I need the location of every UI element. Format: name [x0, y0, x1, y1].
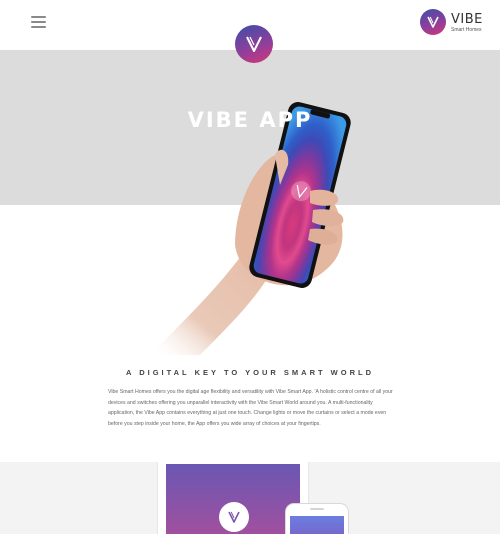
- phone-screen: [290, 516, 344, 534]
- brand-logo[interactable]: VIBE Smart Homes: [420, 9, 492, 37]
- phone-mockup: [285, 503, 349, 534]
- section-description: Vibe Smart Homes offers you the digital …: [108, 389, 393, 427]
- brand-tagline: Smart Homes: [451, 27, 482, 33]
- vibe-logo-icon: [235, 25, 273, 63]
- brand-name: VIBE: [451, 12, 483, 27]
- hamburger-menu-icon[interactable]: [31, 16, 46, 28]
- section-title: A DIGITAL KEY TO YOUR SMART WORLD: [125, 368, 375, 377]
- vibe-logo-icon: [219, 502, 249, 532]
- tablet-screen: [166, 464, 300, 534]
- phone-speaker: [310, 508, 324, 510]
- hero-title: VIBE APP: [187, 108, 313, 132]
- vibe-logo-icon: [420, 9, 446, 35]
- hand-holding-phone-image: [150, 102, 351, 355]
